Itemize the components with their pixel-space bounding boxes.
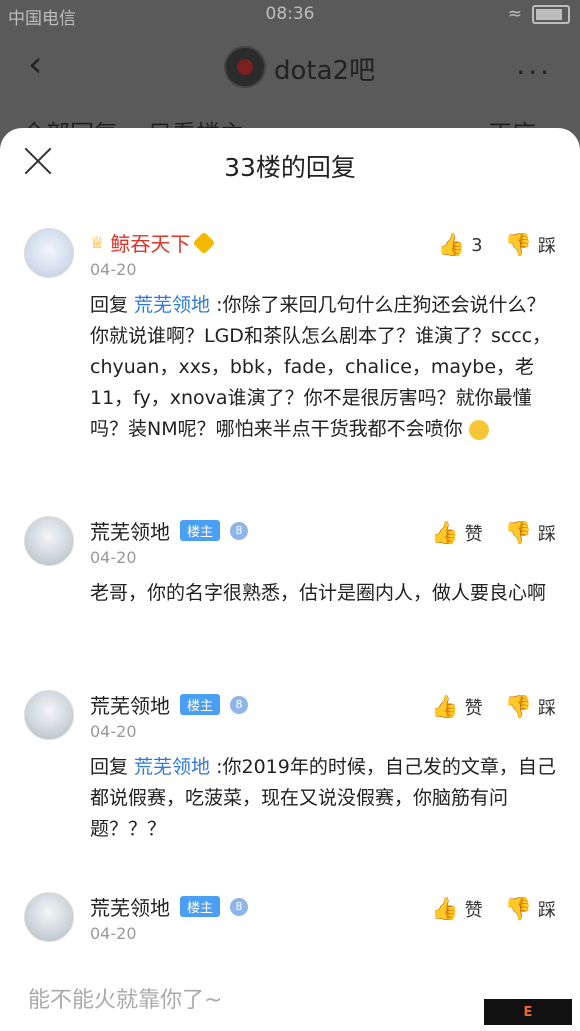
thumbs-up-icon: 👍 — [431, 896, 459, 922]
chevron-left-icon[interactable]: ‹ — [28, 44, 42, 85]
username[interactable]: 鲸吞天下 — [110, 228, 190, 257]
thumbs-down-icon: 👎 — [504, 694, 532, 720]
sheet-header: 33楼的回复 — [0, 128, 580, 200]
forum-avatar — [224, 46, 266, 88]
crown-icon: ♕ — [90, 233, 105, 252]
reply-prefix: 回复 — [90, 294, 135, 316]
thumbs-down-icon: 👎 — [504, 896, 532, 922]
dislike-label: 踩 — [538, 524, 556, 545]
username-row: 荒芜领地 楼主 8 — [90, 516, 249, 545]
dislike-label: 踩 — [538, 236, 556, 257]
watermark-logo: E — [484, 999, 572, 1025]
reply-actions: 👍 赞 👎 踩 — [431, 520, 556, 546]
username[interactable]: 荒芜领地 — [90, 516, 170, 545]
username-row: 荒芜领地 楼主 8 — [90, 690, 249, 719]
forum-title: dota2吧 — [274, 56, 376, 86]
dislike-button[interactable]: 👎 踩 — [505, 232, 556, 258]
dislike-button[interactable]: 👎 踩 — [505, 520, 556, 546]
battery-icon — [532, 4, 570, 24]
reply-prefix: 回复 — [90, 756, 135, 778]
more-icon[interactable]: ... — [516, 48, 552, 81]
like-button[interactable]: 👍 赞 — [431, 694, 482, 720]
thumbs-up-icon: 👍 — [437, 232, 466, 258]
level-badge: 8 — [230, 695, 249, 714]
reply-sheet: 33楼的回复 ♕ 鲸吞天下 04-20 👍 3 👎 踩 回复 荒芜领地 :你除了… — [0, 128, 580, 1031]
reply-date: 04-20 — [90, 924, 137, 943]
like-button[interactable]: 👍 3 — [438, 233, 483, 258]
username[interactable]: 荒芜领地 — [90, 892, 170, 921]
like-label: 赞 — [464, 698, 483, 719]
op-badge: 楼主 — [180, 694, 221, 715]
dislike-button[interactable]: 👎 踩 — [505, 694, 556, 720]
status-right: ≈ — [508, 4, 570, 24]
avatar[interactable] — [24, 892, 74, 942]
thumbs-up-icon: 👍 — [431, 520, 459, 546]
like-label: 赞 — [464, 900, 483, 921]
vip-diamond-icon — [193, 231, 216, 254]
reply-actions: 👍 3 👎 踩 — [438, 232, 556, 258]
dislike-label: 踩 — [538, 698, 556, 719]
avatar[interactable] — [24, 690, 74, 740]
thumbs-down-icon: 👎 — [504, 232, 532, 258]
reply-input-placeholder[interactable]: 能不能火就靠你了~ — [28, 982, 222, 1014]
reply-content: 回复 荒芜领地 :你除了来回几句什么庄狗还会说什么？你就说谁啊？LGD和茶队怎么… — [90, 290, 560, 445]
emoji-icon — [468, 419, 489, 440]
like-button[interactable]: 👍 赞 — [431, 520, 482, 546]
reply-date: 04-20 — [90, 548, 137, 567]
watermark-mark: E — [523, 1004, 533, 1020]
status-bar: 中国电信 08:36 ≈ — [0, 0, 580, 30]
reply-date: 04-20 — [90, 722, 137, 741]
op-badge: 楼主 — [180, 896, 221, 917]
reply-actions: 👍 赞 👎 踩 — [431, 896, 556, 922]
level-badge: 8 — [230, 521, 249, 540]
username[interactable]: 荒芜领地 — [90, 690, 170, 719]
level-badge: 8 — [230, 897, 249, 916]
thumbs-down-icon: 👎 — [504, 520, 532, 546]
username-row: ♕ 鲸吞天下 — [90, 228, 216, 257]
wifi-icon: ≈ — [507, 4, 522, 24]
reply-content: 回复 荒芜领地 :你2019年的时候，自己发的文章，自己都说假赛，吃菠菜，现在又… — [90, 752, 560, 845]
like-count: 3 — [471, 234, 483, 256]
avatar[interactable] — [24, 228, 74, 278]
op-badge: 楼主 — [180, 520, 221, 541]
username-row: 荒芜领地 楼主 8 — [90, 892, 249, 921]
thumbs-up-icon: 👍 — [431, 694, 459, 720]
status-time: 08:36 — [265, 4, 315, 24]
dislike-button[interactable]: 👎 踩 — [505, 896, 556, 922]
like-button[interactable]: 👍 赞 — [431, 896, 482, 922]
avatar[interactable] — [24, 516, 74, 566]
reply-date: 04-20 — [90, 260, 137, 279]
like-label: 赞 — [464, 524, 483, 545]
reply-actions: 👍 赞 👎 踩 — [431, 694, 556, 720]
mention-link[interactable]: 荒芜领地 — [134, 756, 210, 778]
mention-link[interactable]: 荒芜领地 — [134, 294, 210, 316]
dislike-label: 踩 — [538, 900, 556, 921]
reply-content: 老哥，你的名字很熟悉，估计是圈内人，做人要良心啊 — [90, 582, 547, 604]
forum-header: ‹ dota2吧 ... — [0, 30, 580, 100]
sheet-title: 33楼的回复 — [224, 153, 356, 182]
